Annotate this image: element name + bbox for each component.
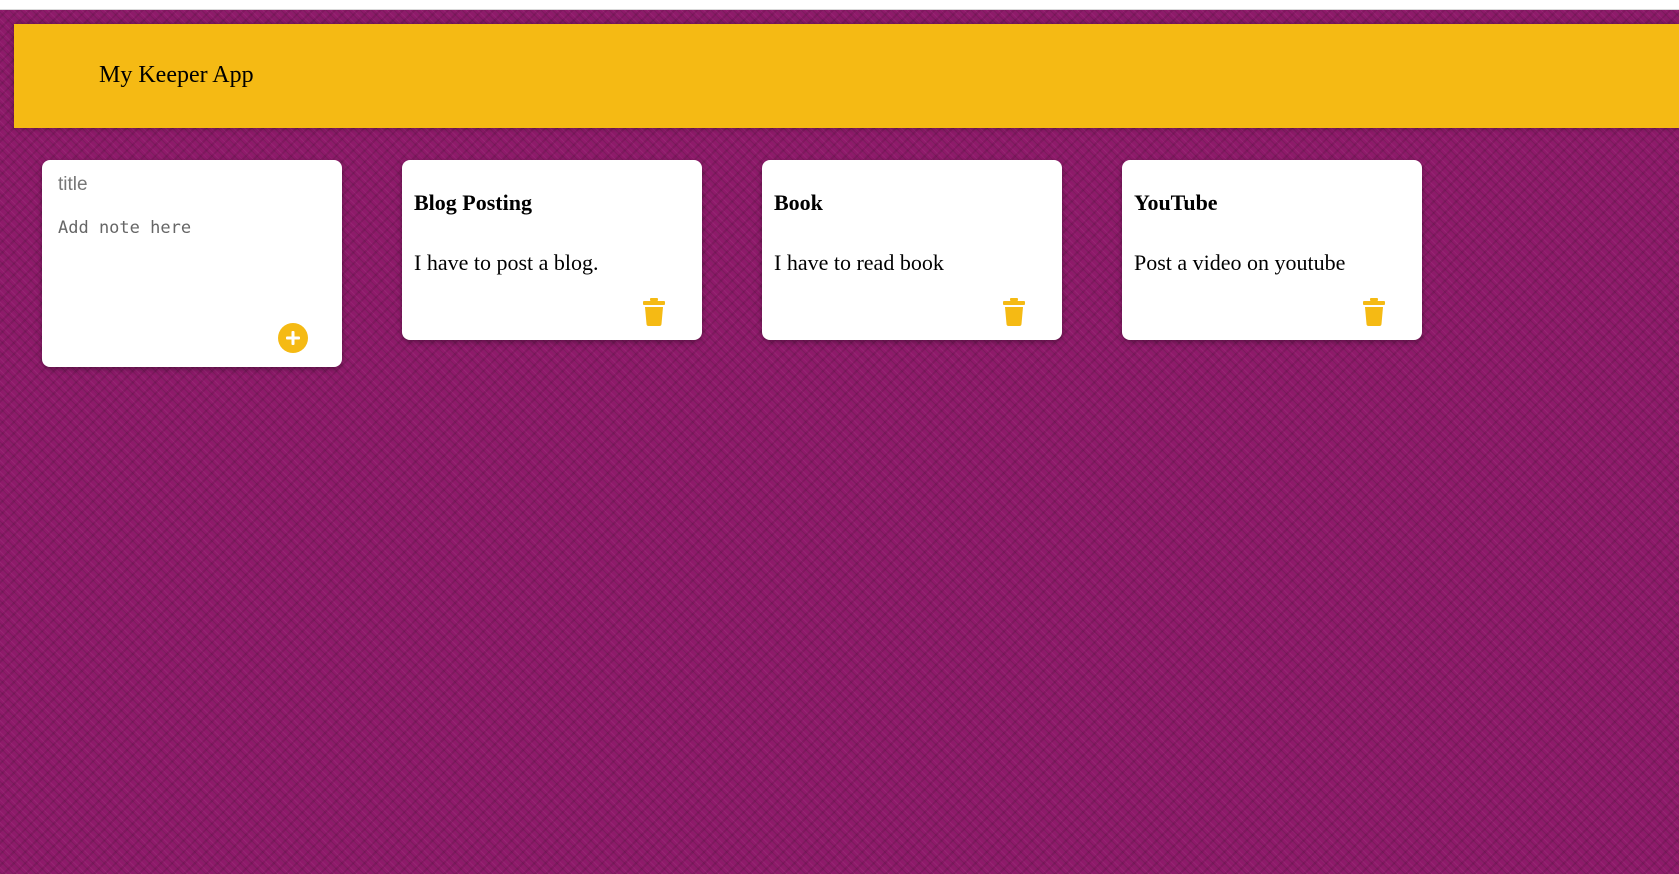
note-card: Book I have to read book — [762, 160, 1062, 340]
trash-icon — [1003, 298, 1025, 326]
note-title-input[interactable] — [58, 174, 318, 196]
note-card: Blog Posting I have to post a blog. — [402, 160, 702, 340]
note-content-input[interactable] — [58, 218, 318, 298]
note-title: Book — [774, 190, 823, 215]
trash-icon — [1363, 298, 1385, 326]
delete-note-button[interactable] — [637, 295, 671, 329]
plus-icon — [286, 331, 300, 345]
note-card: YouTube Post a video on youtube — [1122, 160, 1422, 340]
note-content: Post a video on youtube — [1134, 250, 1346, 275]
note-title: Blog Posting — [414, 190, 532, 215]
note-title: YouTube — [1134, 190, 1218, 215]
delete-note-button[interactable] — [1357, 295, 1391, 329]
app-header: My Keeper App — [14, 24, 1679, 128]
trash-icon — [643, 298, 665, 326]
create-note-form — [42, 160, 342, 367]
note-content: I have to read book — [774, 250, 944, 275]
add-note-button[interactable] — [278, 323, 308, 353]
delete-note-button[interactable] — [997, 295, 1031, 329]
browser-top-bar — [0, 0, 1679, 10]
note-content: I have to post a blog. — [414, 250, 599, 275]
app-title: My Keeper App — [99, 62, 254, 88]
